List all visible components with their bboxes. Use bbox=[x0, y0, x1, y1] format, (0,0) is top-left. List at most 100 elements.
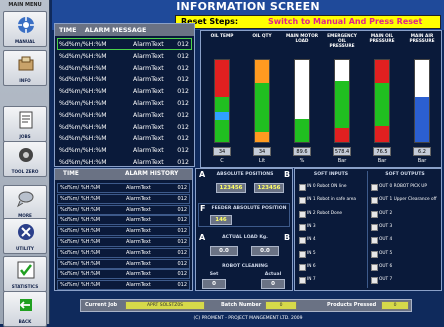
soft-output-3[interactable]: OUT 3 bbox=[371, 223, 441, 231]
soft-input-5[interactable]: IN 5 bbox=[299, 250, 365, 258]
gauge-value-main-air-pressure: 6.2 bbox=[413, 147, 431, 156]
alarm-row[interactable]: %d%m/%H:%M AlarmText 012 bbox=[57, 97, 192, 109]
current-job-value: APRT SOLSTZ0S bbox=[125, 301, 205, 310]
soft-output-6[interactable]: OUT 6 bbox=[371, 263, 441, 271]
positions-panel: A ABSOLUTE POSITIONS B 123456 123456 F F… bbox=[195, 168, 293, 291]
soft-output-4[interactable]: OUT 4 bbox=[371, 236, 441, 245]
history-row[interactable]: %d%m/ %H:%M AlarmText 012 bbox=[57, 258, 190, 269]
history-text: AlarmText bbox=[126, 260, 151, 267]
menu-button-manual[interactable]: MANUAL bbox=[3, 11, 47, 47]
soft-input-0[interactable]: IN 0 Robot ON line bbox=[299, 183, 365, 191]
history-row[interactable]: %d%m/ %H:%M AlarmText 012 bbox=[57, 247, 190, 258]
gauge-segment bbox=[215, 119, 229, 142]
alarm-row[interactable]: %d%m/%H:%M AlarmText 012 bbox=[57, 144, 192, 156]
alarm-text: AlarmText bbox=[133, 76, 164, 84]
history-row[interactable]: %d%m/ %H:%M AlarmText 012 bbox=[57, 226, 190, 237]
alarm-row[interactable]: %d%m/%H:%M AlarmText 012 bbox=[57, 38, 192, 50]
history-time: %d%m/ %H:%M bbox=[60, 217, 101, 224]
history-text: AlarmText bbox=[126, 217, 151, 224]
gauge-label-oil-temp: OIL TEMP bbox=[210, 34, 234, 39]
history-code: 012 bbox=[177, 249, 187, 256]
alarm-row[interactable]: %d%m/%H:%M AlarmText 012 bbox=[57, 73, 192, 85]
alarm-text: AlarmText bbox=[133, 64, 164, 72]
alarm-row[interactable]: %d%m/%H:%M AlarmText 012 bbox=[57, 121, 192, 133]
soft-input-7[interactable]: IN 7 bbox=[299, 276, 365, 285]
alarm-row[interactable]: %d%m/%H:%M AlarmText 012 bbox=[57, 62, 192, 74]
gauge-bar-main-motor-load bbox=[294, 59, 310, 143]
menu-button-more[interactable]: MORE bbox=[3, 185, 47, 221]
alarm-row[interactable]: %d%m/%H:%M AlarmText 012 bbox=[57, 109, 192, 121]
history-time: %d%m/ %H:%M bbox=[60, 282, 101, 289]
alarm-code: 012 bbox=[177, 52, 189, 60]
gauge-unit-main-air-pressure: Bar bbox=[417, 158, 427, 164]
soft-output-label: OUT 3 bbox=[379, 223, 393, 229]
history-row[interactable]: %d%m/ %H:%M AlarmText 012 bbox=[57, 204, 190, 215]
soft-output-0[interactable]: OUT 0 ROBOT PICK UP bbox=[371, 183, 441, 191]
soft-output-label: OUT 6 bbox=[379, 263, 393, 269]
gauge-unit-oil-temp: C bbox=[220, 158, 224, 164]
gauge-bar-oil-qty bbox=[254, 59, 270, 143]
history-text: AlarmText bbox=[126, 185, 151, 191]
history-row[interactable]: %d%m/ %H:%M AlarmText 012 bbox=[57, 215, 190, 226]
reset-steps-instruction: Switch to Manual And Press Reset bbox=[268, 17, 423, 26]
gauge-segment bbox=[255, 60, 269, 83]
soft-input-4[interactable]: IN 4 bbox=[299, 236, 365, 245]
history-row[interactable]: %d%m/ %H:%M AlarmText 012 bbox=[57, 193, 190, 204]
absolute-positions-title: ABSOLUTE POSITIONS bbox=[216, 172, 274, 177]
history-code: 012 bbox=[177, 206, 187, 213]
soft-output-5[interactable]: OUT 5 bbox=[371, 250, 441, 258]
alarm-row[interactable]: %d%m/%H:%M AlarmText 012 bbox=[57, 85, 192, 97]
history-text: AlarmText bbox=[126, 249, 151, 256]
actual-load-b-value: 0.0 bbox=[251, 246, 279, 256]
history-row[interactable]: %d%m/ %H:%M AlarmText 012 bbox=[57, 183, 190, 193]
products-pressed-value: 0 bbox=[381, 301, 409, 310]
menu-button-statistics[interactable]: STATISTICS bbox=[3, 256, 47, 292]
alarm-row[interactable]: %d%m/%H:%M AlarmText 012 bbox=[57, 132, 192, 144]
alarm-code: 012 bbox=[177, 159, 189, 166]
history-code: 012 bbox=[177, 260, 187, 267]
soft-output-2[interactable]: OUT 2 bbox=[371, 210, 441, 218]
reset-steps-banner: Reset Steps: Switch to Manual And Press … bbox=[175, 15, 441, 29]
batch-number-label: Batch Number bbox=[221, 302, 262, 308]
soft-input-2[interactable]: IN 2 Robot Done bbox=[299, 210, 365, 218]
gauge-bar-emergency-oil-pressure bbox=[334, 59, 350, 143]
history-text: AlarmText bbox=[126, 206, 151, 213]
alarm-history-header: TIME ALARM HISTORY bbox=[55, 169, 192, 180]
menu-button-back[interactable]: BACK bbox=[3, 291, 47, 327]
soft-input-3[interactable]: IN 3 bbox=[299, 223, 365, 231]
input-indicator bbox=[299, 184, 306, 191]
soft-output-1[interactable]: OUT 1 Upper Clearance off bbox=[371, 196, 441, 205]
menu-button-utility[interactable]: UTILITY bbox=[3, 218, 47, 254]
history-row[interactable]: %d%m/ %H:%M AlarmText 012 bbox=[57, 280, 190, 291]
gauge-value-main-oil-pressure: 76.5 bbox=[373, 147, 391, 156]
gauge-segment bbox=[375, 125, 389, 142]
alarm-time-header: TIME bbox=[59, 26, 77, 34]
input-indicator bbox=[299, 223, 306, 231]
gauge-segment bbox=[215, 111, 229, 120]
soft-output-7[interactable]: OUT 7 bbox=[371, 276, 441, 285]
gauge-segment bbox=[375, 60, 389, 83]
menu-button-info[interactable]: INFO bbox=[3, 50, 47, 86]
alarm-row[interactable]: %d%m/%H:%M AlarmText 012 bbox=[57, 50, 192, 62]
main-menu-title: MAIN MENU bbox=[8, 2, 42, 8]
output-indicator bbox=[371, 237, 378, 245]
gauge-unit-main-motor-load: % bbox=[299, 158, 305, 164]
soft-output-label: OUT 2 bbox=[379, 210, 393, 216]
soft-output-label: OUT 1 Upper Clearance off bbox=[379, 197, 437, 203]
soft-input-6[interactable]: IN 6 bbox=[299, 263, 365, 271]
soft-io-panel: SOFT INPUTS SOFT OUTPUTS IN 0 Robot ON l… bbox=[294, 168, 442, 291]
history-row[interactable]: %d%m/ %H:%M AlarmText 012 bbox=[57, 237, 190, 247]
alarm-row[interactable]: %d%m/%H:%M AlarmText 012 bbox=[57, 156, 192, 168]
info-icon bbox=[16, 54, 36, 74]
gauge-value-main-motor-load: 89.6 bbox=[293, 147, 311, 156]
soft-output-label: OUT 4 bbox=[379, 237, 393, 243]
cleaning-actual-label: Actual bbox=[264, 272, 282, 277]
output-indicator bbox=[371, 263, 378, 271]
soft-input-1[interactable]: IN 1 Robot in safe area bbox=[299, 196, 365, 205]
alarm-code: 012 bbox=[177, 41, 189, 48]
menu-button-jobs[interactable]: JOBS bbox=[3, 106, 47, 142]
menu-button-tool-zero[interactable]: TOOL ZERO bbox=[3, 141, 47, 177]
output-indicator bbox=[371, 197, 378, 205]
cleaning-set-input[interactable]: 0 bbox=[202, 279, 226, 289]
history-row[interactable]: %d%m/ %H:%M AlarmText 012 bbox=[57, 269, 190, 280]
